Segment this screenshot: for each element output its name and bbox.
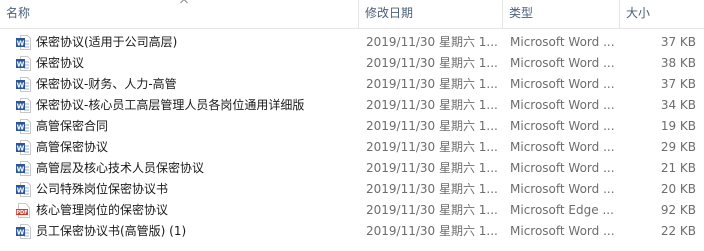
file-name-cell[interactable]: W 公司特殊岗位保密协议书 xyxy=(16,179,354,200)
file-name: 核心管理岗位的保密协议 xyxy=(36,203,169,217)
svg-text:W: W xyxy=(17,187,25,195)
file-type: Microsoft Word ... xyxy=(510,224,615,238)
word-doc-icon: W xyxy=(16,140,31,155)
file-size: 37 KB xyxy=(660,77,696,91)
file-name-cell[interactable]: W 员工保密协议书(高管版) (1) xyxy=(16,221,354,242)
file-name-cell[interactable]: W 高管保密合同 xyxy=(16,116,354,137)
file-name: 保密协议 xyxy=(36,56,85,70)
word-doc-icon: W xyxy=(16,35,31,50)
column-header: 名称 修改日期 类型 大小 xyxy=(0,0,704,29)
file-type: Microsoft Edge ... xyxy=(510,203,614,217)
file-name: 高管层及核心技术人员保密协议 xyxy=(36,161,205,175)
file-size: 29 KB xyxy=(660,140,696,154)
file-name-cell[interactable]: W 保密协议 xyxy=(16,53,354,74)
file-row[interactable]: W 保密协议 2019/11/30 星期六 1... Microsoft Word .… xyxy=(0,53,704,74)
svg-text:W: W xyxy=(17,166,25,174)
word-doc-icon: W xyxy=(16,119,31,134)
file-date: 2019/11/30 星期六 1... xyxy=(366,203,498,217)
file-date: 2019/11/30 星期六 1... xyxy=(366,98,498,112)
file-type: Microsoft Word ... xyxy=(510,182,615,196)
svg-text:W: W xyxy=(17,61,25,69)
file-row[interactable]: W 公司特殊岗位保密协议书 2019/11/30 星期六 1... Microsoft… xyxy=(0,179,704,200)
file-row[interactable]: W 高管保密协议 2019/11/30 星期六 1... Microsoft Word… xyxy=(0,137,704,158)
file-date: 2019/11/30 星期六 1... xyxy=(366,224,498,238)
file-name-cell[interactable]: W 保密协议-财务、人力-高管 xyxy=(16,74,354,95)
svg-text:W: W xyxy=(17,145,25,153)
file-name-cell[interactable]: W 保密协议-核心员工高层管理人员各岗位通用详细版 xyxy=(16,95,354,116)
file-type: Microsoft Word ... xyxy=(510,161,615,175)
word-doc-icon: W xyxy=(16,77,31,92)
file-list: W 保密协议(适用于公司高层) 2019/11/30 星期六 1... Microso… xyxy=(0,32,704,242)
svg-text:W: W xyxy=(17,82,25,90)
file-name-cell[interactable]: W 保密协议(适用于公司高层) xyxy=(16,32,354,53)
file-type: Microsoft Word ... xyxy=(510,119,615,133)
file-name: 保密协议-核心员工高层管理人员各岗位通用详细版 xyxy=(36,98,305,112)
file-row[interactable]: W 保密协议-财务、人力-高管 2019/11/30 星期六 1... Microso… xyxy=(0,74,704,95)
file-type: Microsoft Word ... xyxy=(510,98,615,112)
svg-text:W: W xyxy=(17,229,25,237)
word-doc-icon: W xyxy=(16,182,31,197)
svg-text:W: W xyxy=(17,40,25,48)
column-header-name[interactable]: 名称 xyxy=(0,0,358,28)
file-size: 22 KB xyxy=(660,224,696,238)
file-name: 公司特殊岗位保密协议书 xyxy=(36,182,169,196)
file-name: 高管保密合同 xyxy=(36,119,109,133)
column-header-size[interactable]: 大小 xyxy=(620,0,704,28)
file-size: 92 KB xyxy=(660,203,696,217)
word-doc-icon: W xyxy=(16,224,31,239)
file-size: 34 KB xyxy=(660,98,696,112)
file-row[interactable]: W 高管层及核心技术人员保密协议 2019/11/30 星期六 1... Micros… xyxy=(0,158,704,179)
file-date: 2019/11/30 星期六 1... xyxy=(366,140,498,154)
file-name: 员工保密协议书(高管版) (1) xyxy=(36,224,187,238)
file-date: 2019/11/30 星期六 1... xyxy=(366,56,498,70)
file-name: 保密协议-财务、人力-高管 xyxy=(36,77,177,91)
file-row[interactable]: W 高管保密合同 2019/11/30 星期六 1... Microsoft Word… xyxy=(0,116,704,137)
pdf-icon: PDF xyxy=(16,203,30,218)
svg-text:PDF: PDF xyxy=(16,210,27,216)
column-header-type[interactable]: 类型 xyxy=(503,0,619,28)
file-name-cell[interactable]: W 高管层及核心技术人员保密协议 xyxy=(16,158,354,179)
word-doc-icon: W xyxy=(16,56,31,71)
word-doc-icon: W xyxy=(16,98,31,113)
file-type: Microsoft Word ... xyxy=(510,77,615,91)
file-name: 保密协议(适用于公司高层) xyxy=(36,35,178,49)
file-type: Microsoft Word ... xyxy=(510,35,615,49)
file-size: 38 KB xyxy=(660,56,696,70)
file-size: 19 KB xyxy=(660,119,696,133)
column-header-date[interactable]: 修改日期 xyxy=(359,0,502,28)
file-type: Microsoft Word ... xyxy=(510,56,615,70)
file-date: 2019/11/30 星期六 1... xyxy=(366,77,498,91)
svg-text:W: W xyxy=(17,103,25,111)
file-row[interactable]: PDF 核心管理岗位的保密协议 2019/11/30 星期六 1... Microso… xyxy=(0,200,704,221)
file-date: 2019/11/30 星期六 1... xyxy=(366,182,498,196)
file-date: 2019/11/30 星期六 1... xyxy=(366,119,498,133)
file-name-cell[interactable]: W 高管保密协议 xyxy=(16,137,354,158)
word-doc-icon: W xyxy=(16,161,31,176)
file-name-cell[interactable]: PDF 核心管理岗位的保密协议 xyxy=(16,200,354,221)
file-size: 20 KB xyxy=(660,182,696,196)
file-name: 高管保密协议 xyxy=(36,140,109,154)
file-size: 37 KB xyxy=(660,35,696,49)
file-date: 2019/11/30 星期六 1... xyxy=(366,35,498,49)
svg-text:W: W xyxy=(17,124,25,132)
file-row[interactable]: W 保密协议-核心员工高层管理人员各岗位通用详细版 2019/11/30 星期六 1… xyxy=(0,95,704,116)
file-row[interactable]: W 员工保密协议书(高管版) (1) 2019/11/30 星期六 1... Micr… xyxy=(0,221,704,242)
file-type: Microsoft Word ... xyxy=(510,140,615,154)
file-date: 2019/11/30 星期六 1... xyxy=(366,161,498,175)
file-size: 21 KB xyxy=(660,161,696,175)
file-row[interactable]: W 保密协议(适用于公司高层) 2019/11/30 星期六 1... Microso… xyxy=(0,32,704,53)
